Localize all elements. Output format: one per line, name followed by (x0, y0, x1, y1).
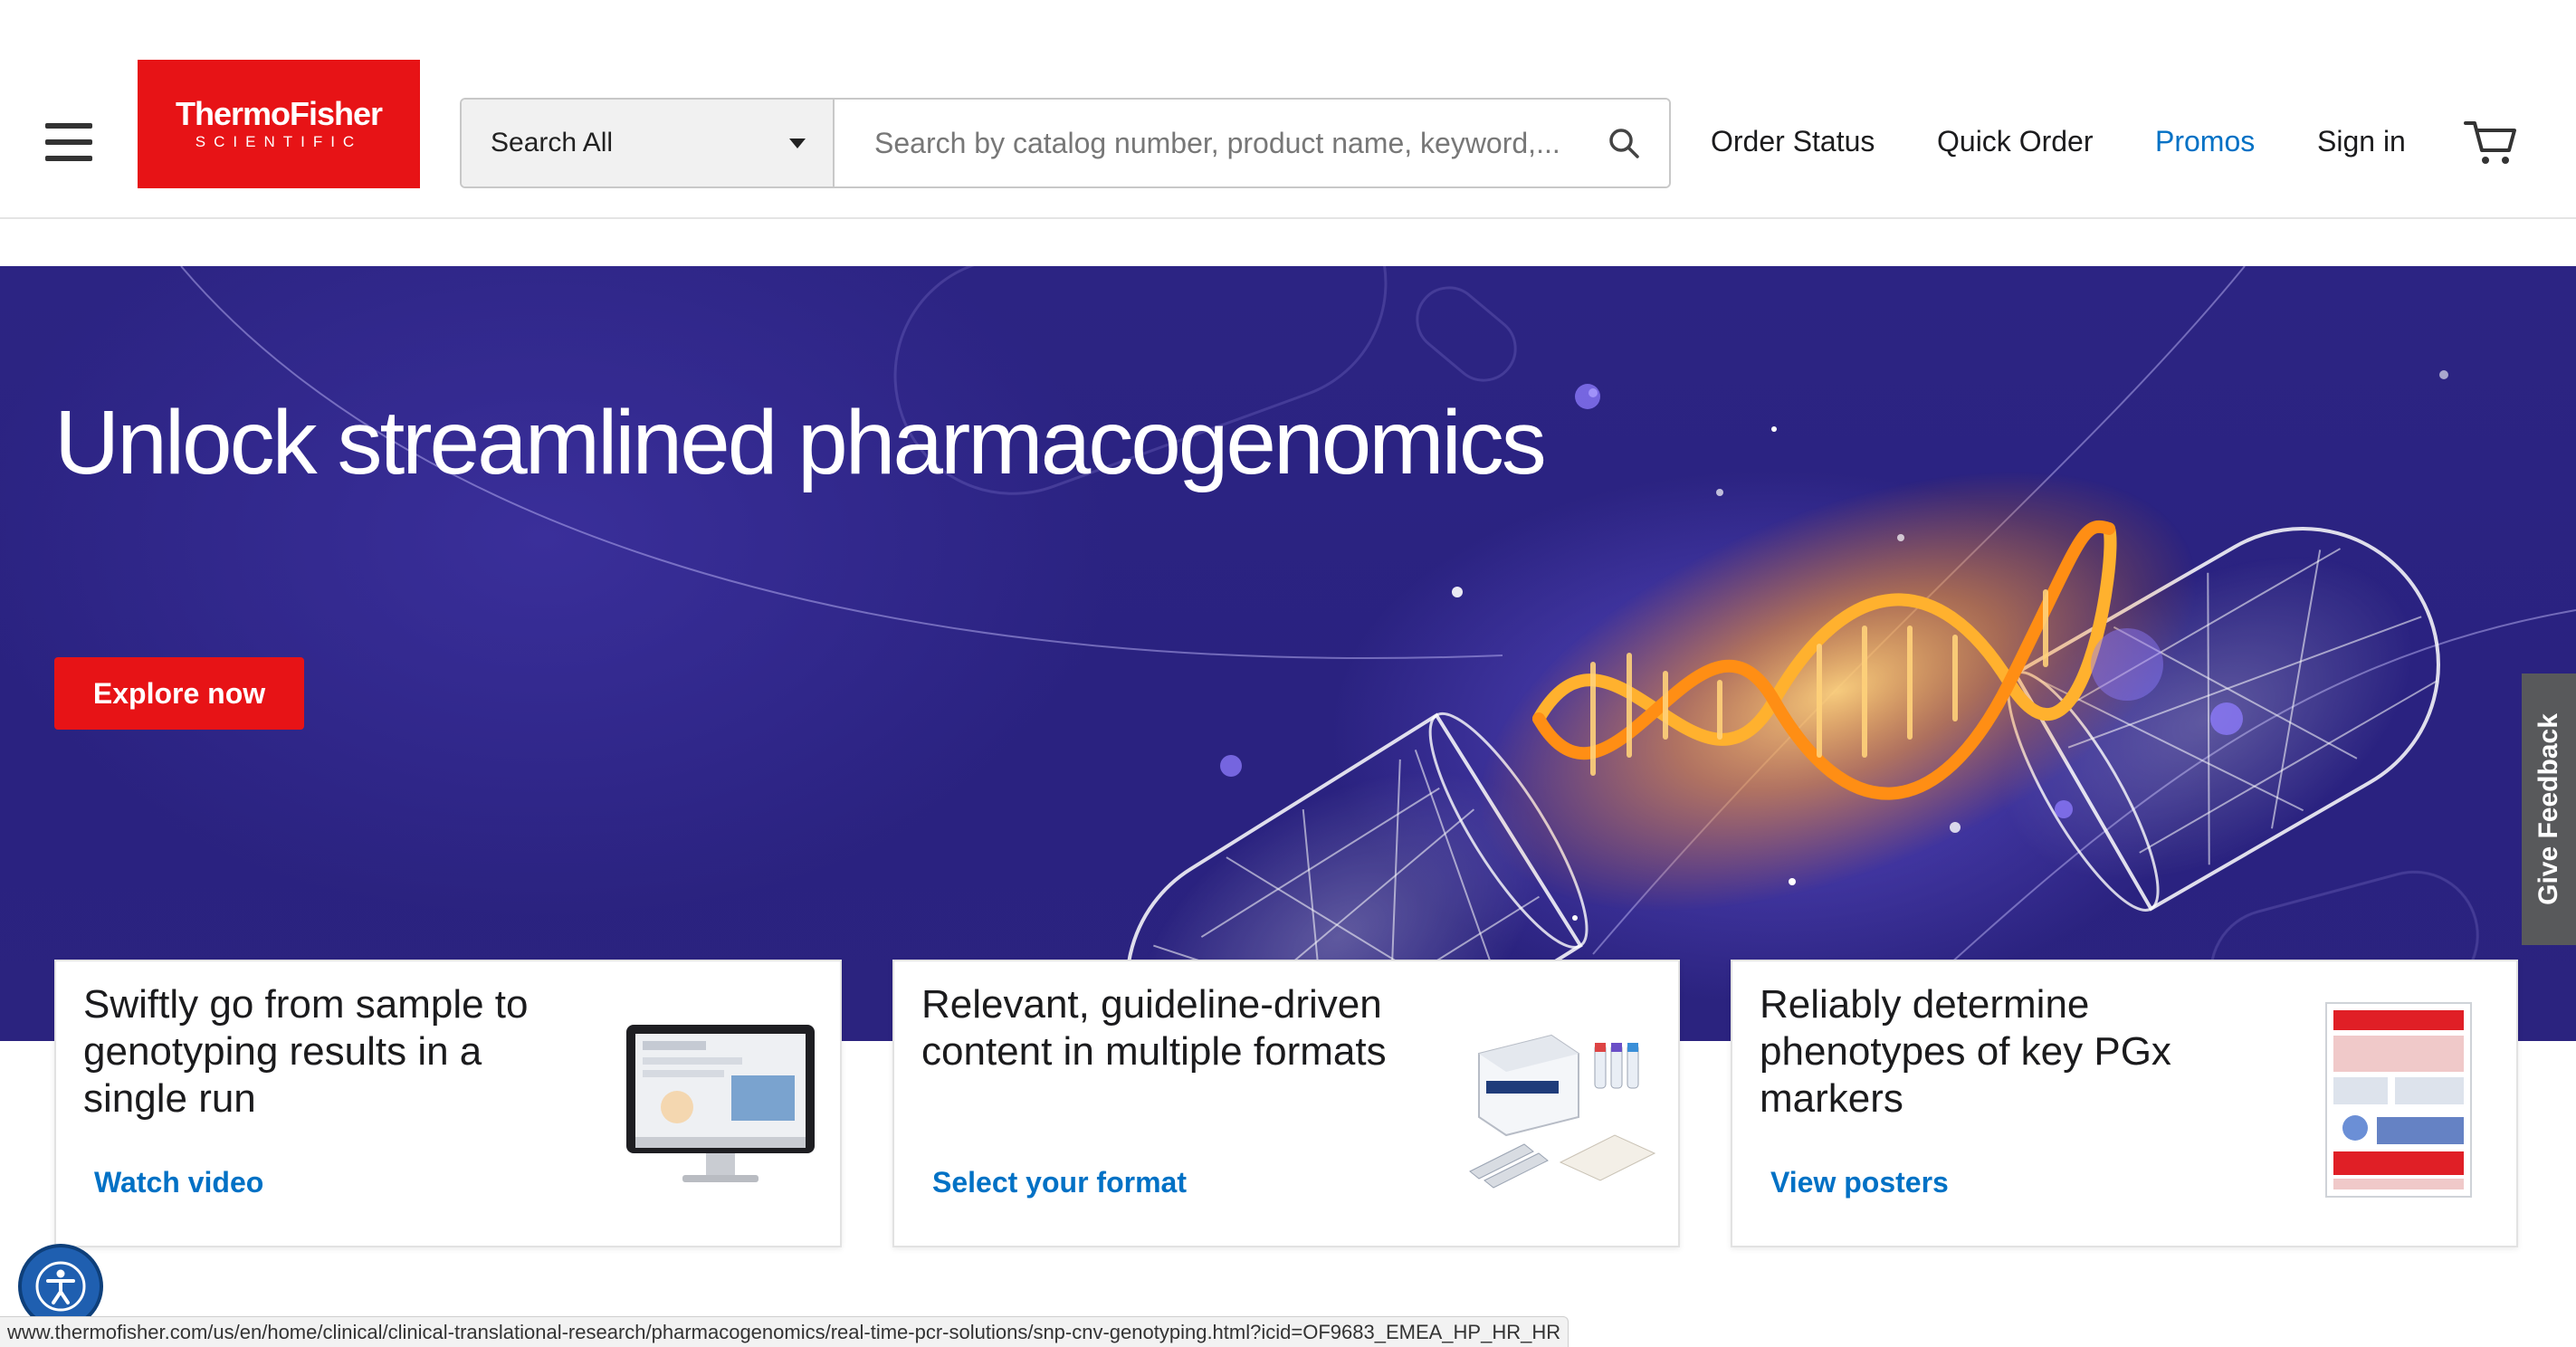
assay-products-image (1469, 1034, 1656, 1189)
logo-subtitle: SCIENTIFIC (195, 133, 363, 150)
explore-now-button[interactable]: Explore now (54, 657, 304, 730)
order-status-link[interactable]: Order Status (1711, 125, 1875, 158)
logo-wordmark: ThermoFisher (175, 95, 383, 132)
dna-capsule-illustration (180, 266, 2576, 1041)
search-category-label: Search All (491, 128, 614, 158)
thermofisher-logo[interactable]: ThermoFisher SCIENTIFIC (138, 60, 420, 188)
search-category-dropdown[interactable]: Search All (462, 100, 835, 186)
select-your-format-link[interactable]: Select your format (932, 1166, 1187, 1199)
give-feedback-tab[interactable]: Give Feedback (2522, 674, 2576, 945)
feature-card-formats[interactable]: Relevant, guideline-driven content in mu… (892, 960, 1680, 1247)
link-status-bar: www.thermofisher.com/us/en/home/clinical… (0, 1316, 1569, 1347)
card-title: Swiftly go from sample to genotyping res… (83, 982, 529, 1121)
give-feedback-label: Give Feedback (2533, 713, 2563, 905)
monitor-thumbnail-image (626, 1025, 815, 1182)
watch-video-link[interactable]: Watch video (94, 1166, 263, 1199)
promos-link[interactable]: Promos (2155, 125, 2255, 158)
hamburger-menu-icon[interactable] (45, 123, 92, 161)
card-title: Relevant, guideline-driven content in mu… (921, 982, 1387, 1074)
feature-card-video[interactable]: Swiftly go from sample to genotyping res… (54, 960, 842, 1247)
hero-banner: Unlock streamlined pharmacogenomics Expl… (0, 266, 2576, 1041)
hero-title: Unlock streamlined pharmacogenomics (54, 392, 1547, 493)
quick-order-link[interactable]: Quick Order (1937, 125, 2093, 158)
site-header: ThermoFisher SCIENTIFIC Search All Order… (0, 0, 2576, 219)
poster-thumbnail-image (2325, 1002, 2472, 1198)
search-bar: Search All (460, 98, 1671, 188)
search-icon (1609, 129, 1639, 158)
feature-card-posters[interactable]: Reliably determine phenotypes of key PGx… (1731, 960, 2518, 1247)
chevron-down-icon (789, 138, 806, 148)
cart-icon[interactable] (2464, 119, 2518, 167)
search-button[interactable] (1579, 100, 1669, 186)
card-title: Reliably determine phenotypes of key PGx… (1760, 982, 2171, 1121)
search-input[interactable] (835, 100, 1579, 186)
view-posters-link[interactable]: View posters (1770, 1166, 1949, 1199)
sign-in-link[interactable]: Sign in (2317, 125, 2406, 158)
